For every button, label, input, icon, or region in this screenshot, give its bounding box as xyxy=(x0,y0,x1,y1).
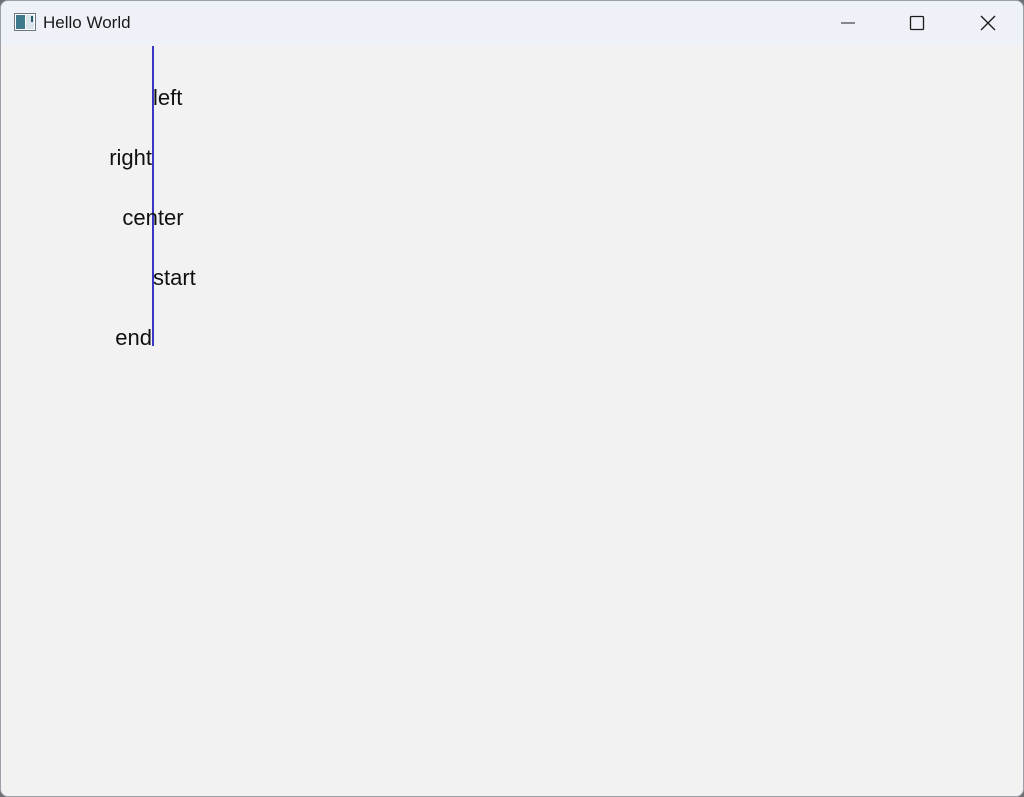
maximize-icon xyxy=(909,15,925,31)
text-align-end: end xyxy=(115,325,152,350)
close-icon xyxy=(980,15,996,31)
text-align-right: right xyxy=(109,145,152,170)
drawing-canvas: left right center start end xyxy=(1,45,1023,796)
maximize-button[interactable] xyxy=(882,1,952,45)
minimize-button[interactable] xyxy=(813,1,883,45)
window-title: Hello World xyxy=(43,13,131,32)
title-bar[interactable]: Hello World xyxy=(1,1,1023,45)
close-button[interactable] xyxy=(953,1,1023,45)
text-align-start: start xyxy=(153,265,196,290)
app-window: Hello World left right center start end xyxy=(0,0,1024,797)
text-align-center: center xyxy=(122,205,184,230)
app-window-icon xyxy=(14,13,36,31)
text-align-left: left xyxy=(153,85,183,110)
minimize-icon xyxy=(840,15,856,31)
